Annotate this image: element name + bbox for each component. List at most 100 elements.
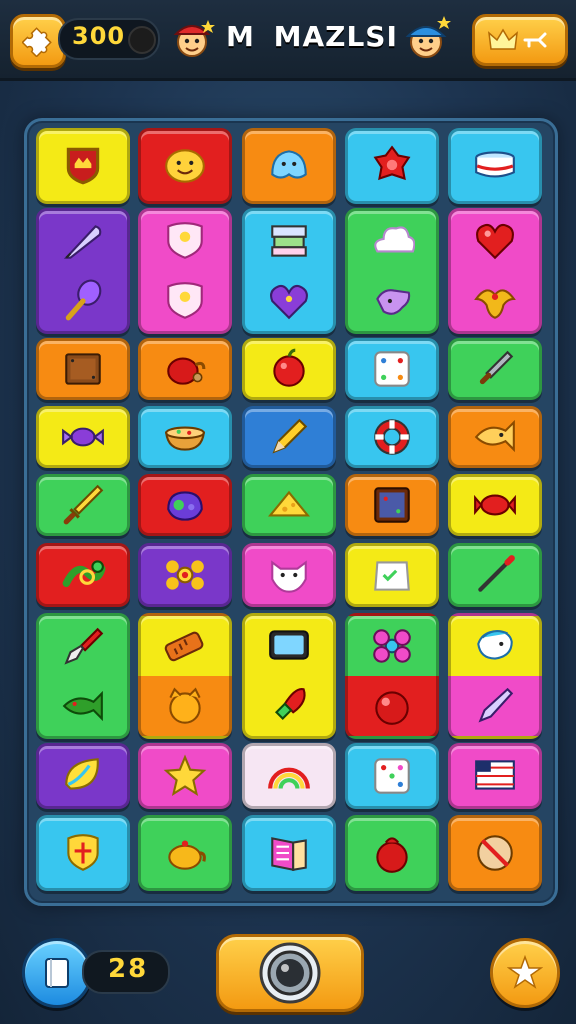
tile-r3-c1[interactable] (138, 406, 232, 468)
golden-teapot-icon (168, 840, 206, 870)
game-title-prefix: M (226, 20, 255, 53)
tile-r1-c3[interactable] (345, 208, 439, 334)
lemon-icon (65, 758, 99, 790)
coin-icon (128, 26, 156, 54)
game-title: M MAZLSI (226, 20, 398, 53)
tile-r5-c4[interactable] (448, 543, 542, 607)
puzzle-icon (22, 27, 52, 57)
fish-icon (474, 419, 515, 453)
crate-icon (374, 487, 410, 523)
tile-r1-c1[interactable] (138, 208, 232, 334)
tile-r7-c3[interactable] (345, 743, 439, 809)
tile-r0-c2[interactable] (242, 128, 336, 204)
red-pot-icon (376, 837, 408, 873)
coin-count: 300 (72, 22, 126, 50)
tile-r1-c2[interactable] (242, 208, 336, 334)
camera-lens-icon (259, 942, 321, 1004)
white-dice-icon (374, 758, 410, 794)
tile-r7-c0[interactable] (36, 743, 130, 809)
tile-r7-c1[interactable] (138, 743, 232, 809)
red-gem-flower-icon (373, 145, 411, 181)
tile-r6-c3[interactable] (345, 613, 439, 739)
tile-r4-c2[interactable] (242, 474, 336, 536)
paper-bag-icon (374, 561, 410, 591)
tile-r2-c3[interactable] (345, 338, 439, 400)
star-badge-icon (507, 955, 543, 989)
wand-icon (478, 555, 515, 592)
tile-r8-c4[interactable] (448, 815, 542, 891)
red-candy-icon (474, 494, 516, 516)
dice-icon (374, 351, 410, 387)
pirate-mascot-icon (173, 20, 215, 57)
orange-cat-icon (169, 687, 201, 724)
tile-r8-c0[interactable] (36, 815, 130, 891)
dagger-icon (479, 350, 514, 385)
stacked-boxes-icon (271, 225, 307, 257)
candy-icon (62, 427, 104, 447)
brush-icon (64, 627, 104, 665)
blue-slime-icon (271, 150, 307, 179)
red-teapot-icon (167, 357, 206, 385)
purple-torch-icon (65, 279, 102, 321)
golden-eagle-icon (474, 289, 516, 319)
purple-slime-icon (167, 491, 203, 521)
tile-r5-c0[interactable] (36, 543, 130, 607)
food-bowl-icon (164, 426, 206, 451)
tile-r1-c4[interactable] (448, 208, 542, 334)
tile-r4-c4[interactable] (448, 474, 542, 536)
tile-r6-c4[interactable] (448, 613, 542, 739)
blue-bird-icon (477, 630, 513, 660)
tile-r5-c2[interactable] (242, 543, 336, 607)
tile-r8-c3[interactable] (345, 815, 439, 891)
tile-r5-c1[interactable] (138, 543, 232, 607)
tile-r2-c0[interactable] (36, 338, 130, 400)
shop-button[interactable] (472, 14, 568, 66)
tile-r5-c3[interactable] (345, 543, 439, 607)
green-snake-icon (62, 560, 106, 588)
tile-r0-c3[interactable] (345, 128, 439, 204)
lifebuoy-icon (374, 419, 410, 455)
star-button[interactable] (490, 938, 560, 1008)
pink-shield-icon (167, 282, 203, 319)
moves-count: 28 (108, 954, 149, 984)
cheese-icon (267, 490, 311, 517)
top-bar: 300 M MAZLSI (0, 0, 576, 81)
wooden-box-icon (65, 353, 101, 385)
tile-r4-c0[interactable] (36, 474, 130, 536)
tile-r0-c0[interactable] (36, 128, 130, 204)
tile-r8-c1[interactable] (138, 815, 232, 891)
tile-r3-c3[interactable] (345, 406, 439, 468)
rocket-icon (274, 688, 306, 721)
tile-r7-c2[interactable] (242, 743, 336, 809)
forbidden-cookie-icon (477, 835, 513, 871)
tile-r0-c4[interactable] (448, 128, 542, 204)
tile-r6-c2[interactable] (242, 613, 336, 739)
tile-r6-c1[interactable] (138, 613, 232, 739)
feather-pen-icon (63, 225, 102, 259)
sword-icon (63, 484, 104, 525)
pen-icon (478, 687, 514, 723)
apple-icon (273, 348, 305, 387)
tile-r4-c3[interactable] (345, 474, 439, 536)
rainbow-icon (268, 767, 310, 789)
pink-flower-icon (373, 629, 411, 663)
tile-r3-c2[interactable] (242, 406, 336, 468)
tile-r3-c4[interactable] (448, 406, 542, 468)
tile-r7-c4[interactable] (448, 743, 542, 809)
tile-r2-c4[interactable] (448, 338, 542, 400)
tile-r8-c2[interactable] (242, 815, 336, 891)
battery-icon (164, 631, 204, 662)
book-icon (271, 837, 307, 872)
ghost-cat-icon (271, 560, 307, 593)
camera-button[interactable] (216, 934, 364, 1012)
tile-r0-c1[interactable] (138, 128, 232, 204)
tile-r3-c0[interactable] (36, 406, 130, 468)
striped-bowl-icon (475, 151, 515, 178)
tile-r2-c1[interactable] (138, 338, 232, 400)
tile-r2-c2[interactable] (242, 338, 336, 400)
tile-r1-c0[interactable] (36, 208, 130, 334)
tile-r6-c0[interactable] (36, 613, 130, 739)
purple-heart-icon (270, 284, 308, 320)
tile-r4-c1[interactable] (138, 474, 232, 536)
shield-crown-icon (66, 147, 100, 185)
